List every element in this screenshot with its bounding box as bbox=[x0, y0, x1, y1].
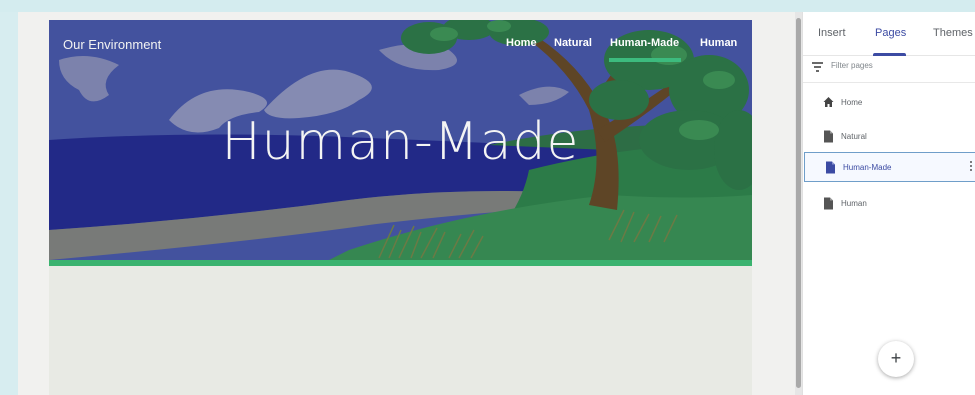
page-item-label: Home bbox=[841, 98, 863, 107]
page-icon bbox=[826, 161, 835, 174]
page-item-human-made[interactable]: Human-Made bbox=[804, 152, 975, 182]
page-item-label: Human bbox=[841, 199, 867, 208]
home-icon bbox=[823, 97, 834, 107]
page-body-section[interactable] bbox=[49, 266, 752, 395]
nav-item-natural[interactable]: Natural bbox=[554, 37, 592, 49]
page-icon bbox=[824, 130, 833, 143]
page-item-home[interactable]: Home bbox=[803, 88, 975, 118]
tab-insert[interactable]: Insert bbox=[818, 27, 846, 39]
panel-tabs: Insert Pages Themes bbox=[803, 12, 975, 56]
page-item-human[interactable]: Human bbox=[803, 189, 975, 219]
tab-themes[interactable]: Themes bbox=[933, 27, 973, 39]
nav-item-home[interactable]: Home bbox=[506, 37, 537, 49]
tab-pages[interactable]: Pages bbox=[875, 27, 906, 39]
active-nav-underline bbox=[609, 58, 681, 62]
nav-item-human[interactable]: Human bbox=[700, 37, 737, 49]
nav-item-human-made[interactable]: Human-Made bbox=[610, 37, 679, 49]
divider bbox=[803, 82, 975, 83]
hero-title[interactable]: Human-Made bbox=[49, 112, 752, 172]
site-preview: Our Environment Home Natural Human-Made … bbox=[49, 20, 752, 395]
filter-pages-field[interactable]: Filter pages bbox=[809, 60, 969, 76]
page-item-label: Natural bbox=[841, 132, 867, 141]
header-banner: Our Environment Home Natural Human-Made … bbox=[49, 20, 752, 260]
active-tab-underline bbox=[873, 53, 906, 56]
more-options-icon[interactable] bbox=[970, 161, 973, 173]
site-navigation: Home Natural Human-Made Human bbox=[49, 37, 752, 67]
page-icon bbox=[824, 197, 833, 210]
page-item-label: Human-Made bbox=[843, 163, 892, 172]
browser-top-strip bbox=[0, 0, 975, 12]
add-page-button[interactable]: + bbox=[878, 341, 914, 377]
filter-pages-placeholder: Filter pages bbox=[831, 61, 873, 70]
side-panel: Insert Pages Themes Filter pages Home Na… bbox=[802, 12, 975, 395]
page-item-natural[interactable]: Natural bbox=[803, 122, 975, 152]
filter-icon bbox=[811, 62, 823, 72]
canvas-scrollbar-thumb[interactable] bbox=[796, 18, 801, 388]
